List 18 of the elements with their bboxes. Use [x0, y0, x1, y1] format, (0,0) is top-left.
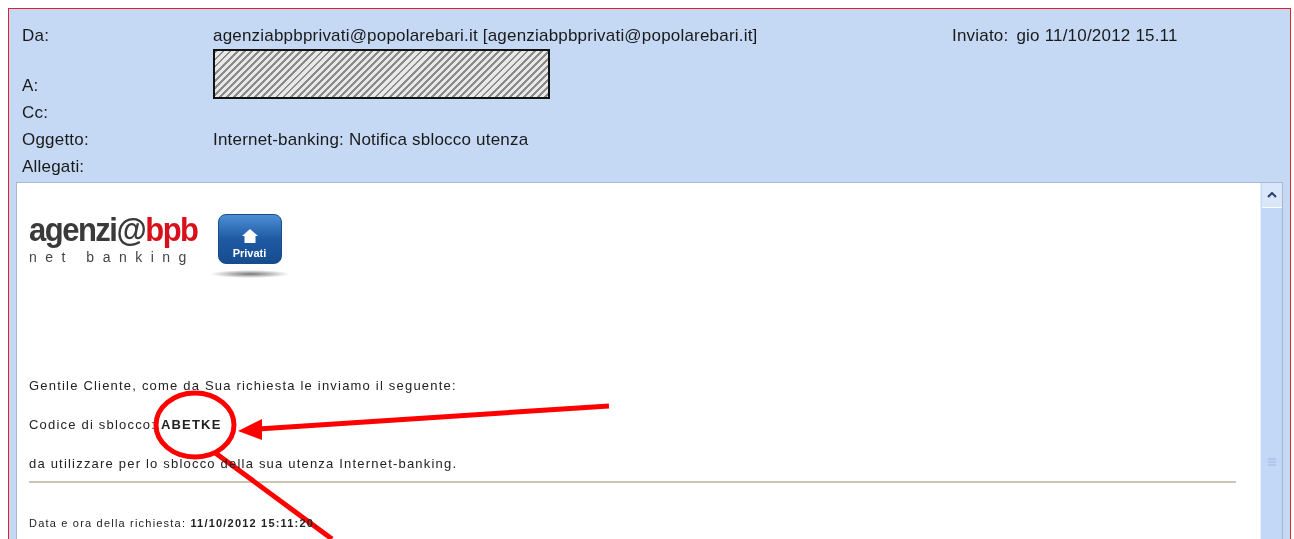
message-paragraph: Gentile Cliente, come da Sua richiesta le inviamo il seguente: [29, 378, 457, 394]
logo-tagline: net banking [29, 249, 196, 265]
sent-label: Inviato: [952, 26, 1009, 47]
field-label: Da: [22, 26, 51, 47]
field-value: Internet-banking: Notifica sblocco utenza [213, 130, 529, 151]
field-label: Cc: [22, 103, 50, 124]
scroll-up-button[interactable] [1261, 183, 1282, 208]
logo-badge: Privati [217, 214, 282, 264]
scrollbar[interactable] [1260, 183, 1282, 539]
field-label: Allegati: [22, 157, 86, 178]
field-label: Oggetto: [22, 130, 90, 151]
message-paragraph: Codice di sblocco: ABETKE [29, 417, 222, 433]
logo-wordmark: agenzi@bpb [29, 212, 198, 248]
field-value: agenziabpbprivati@popolarebari.it [agenziabpbprivati@popolarebari.it] [213, 26, 758, 47]
sent-value: gio 11/10/2012 15.11 [1016, 26, 1178, 47]
field-label: A: [22, 76, 40, 97]
chevron-up-icon [1266, 192, 1277, 198]
house-icon [240, 228, 259, 244]
